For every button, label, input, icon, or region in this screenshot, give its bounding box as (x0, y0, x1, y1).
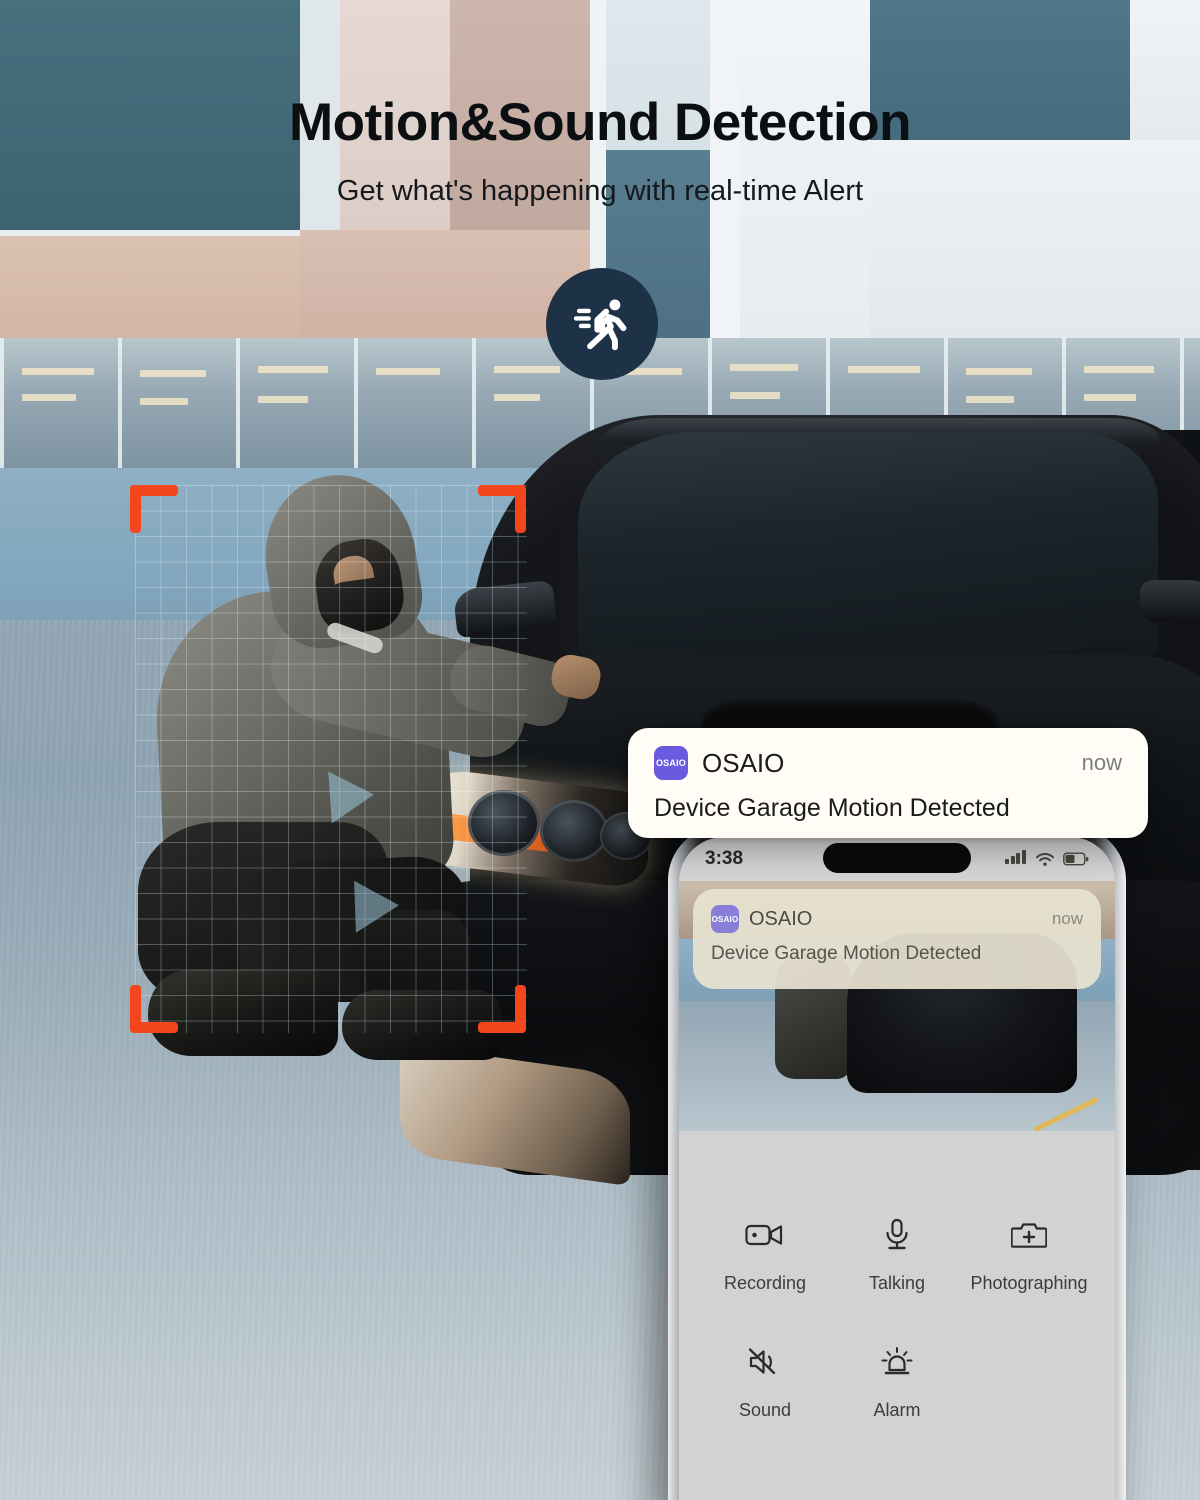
phone-screen: 3:38 OSAIO OSAIO now Device Garage Motio… (679, 837, 1115, 1500)
running-person-icon (573, 299, 627, 351)
page-subtitle: Get what's happening with real-time Aler… (336, 175, 864, 207)
osaio-app-icon: OSAIO (654, 746, 688, 780)
control-label: Sound (738, 1400, 792, 1420)
toast-time: now (1081, 750, 1122, 775)
notification-message: Device Garage Motion Detected (711, 943, 982, 964)
control-photographing[interactable]: Photographing (963, 1209, 1095, 1294)
phone-mockup: 3:38 OSAIO OSAIO now Device Garage Motio… (668, 826, 1126, 1500)
car-lamp-b (540, 800, 608, 862)
status-bar-time: 3:38 (705, 848, 744, 869)
motion-detection-badge (546, 268, 658, 380)
speaker-muted-icon (699, 1336, 831, 1388)
control-alarm[interactable]: Alarm (831, 1336, 963, 1421)
toast-message: Device Garage Motion Detected (654, 794, 1010, 822)
control-sound[interactable]: Sound (699, 1336, 831, 1421)
control-label: Talking (868, 1273, 926, 1293)
car-windshield (578, 432, 1158, 662)
control-label: Photographing (970, 1273, 1088, 1293)
phone-notification-card[interactable]: OSAIO OSAIO now Device Garage Motion Det… (693, 889, 1101, 989)
wifi-icon (1036, 852, 1054, 866)
detection-bracket-bottom-left (130, 985, 178, 1033)
camera-plus-icon (963, 1209, 1095, 1261)
battery-icon (1063, 852, 1089, 866)
control-label: Alarm (873, 1400, 921, 1420)
cellular-signal-icon (1005, 848, 1027, 870)
detection-bracket-bottom-right (478, 985, 526, 1033)
siren-icon (831, 1336, 963, 1388)
header: Motion&Sound Detection Get what's happen… (0, 0, 1200, 208)
toast-app-name: OSAIO (702, 747, 785, 778)
microphone-icon (831, 1209, 963, 1261)
detection-bracket-top-right (478, 485, 526, 533)
motion-arrow-upper (328, 768, 376, 824)
osaio-app-icon: OSAIO (711, 905, 739, 933)
control-label: Recording (723, 1273, 807, 1293)
motion-arrow-lower (354, 879, 400, 933)
notification-app-name: OSAIO (749, 907, 813, 930)
control-talking[interactable]: Talking (831, 1209, 963, 1294)
detection-bracket-top-left (130, 485, 178, 533)
video-camera-icon (699, 1209, 831, 1261)
push-notification-toast[interactable]: OSAIO OSAIO now Device Garage Motion Det… (628, 728, 1148, 838)
control-recording[interactable]: Recording (699, 1209, 831, 1294)
notification-time: now (1051, 909, 1083, 928)
controls-row-primary: Recording Talking Photographing (679, 1209, 1115, 1294)
page-title: Motion&Sound Detection (289, 93, 911, 152)
car-side-mirror-right (1140, 580, 1200, 622)
phone-notch (823, 843, 971, 873)
crouching-person (120, 464, 604, 1060)
camera-controls-panel: Recording Talking Photographing Sound Al… (679, 1131, 1115, 1500)
controls-row-secondary: Sound Alarm (679, 1336, 1115, 1421)
